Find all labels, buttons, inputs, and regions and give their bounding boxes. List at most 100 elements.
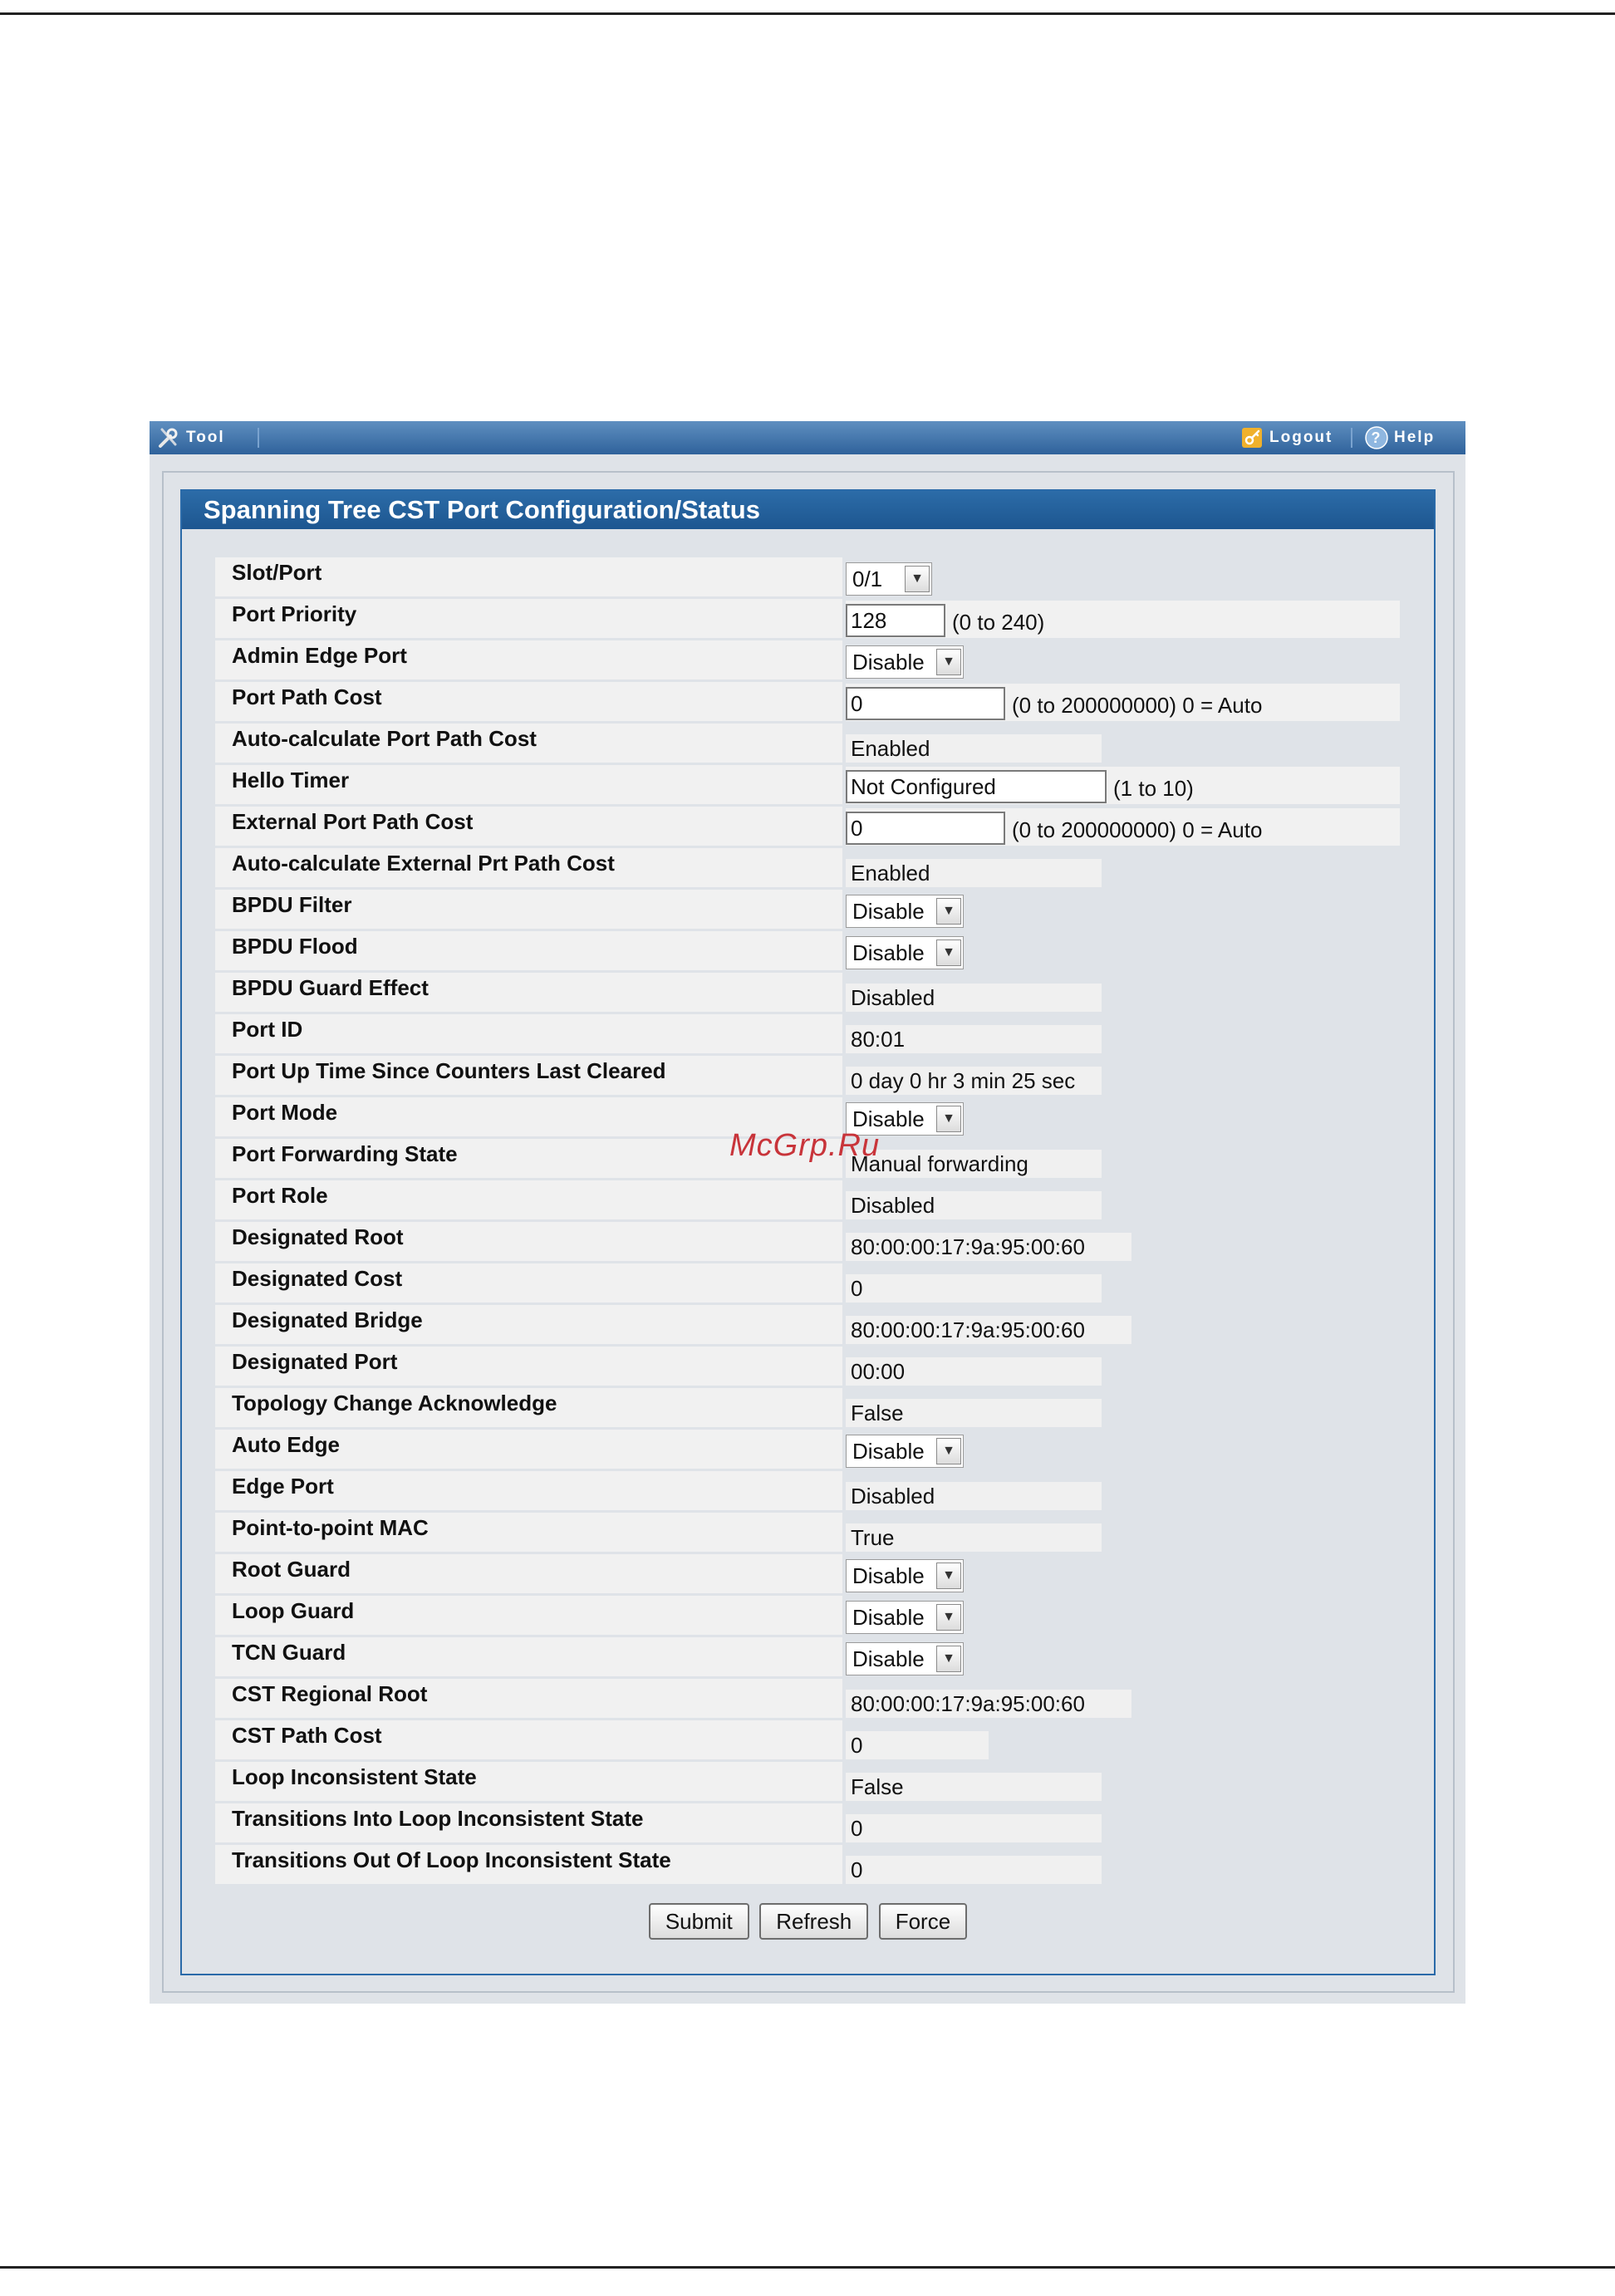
chevron-down-icon: ▼: [936, 1646, 961, 1672]
chevron-down-icon: ▼: [936, 1604, 961, 1631]
key-icon: [1239, 425, 1264, 450]
row-label: Port Priority: [215, 599, 842, 638]
bpdu-guard-effect-value: Disabled: [846, 984, 1102, 1012]
table-row: Auto-calculate Port Path Cost Enabled: [215, 724, 1400, 765]
auto-edge-select[interactable]: Disable ▼: [846, 1435, 964, 1468]
bpdu-filter-select[interactable]: Disable ▼: [846, 895, 964, 928]
wrench-icon: [156, 425, 181, 450]
table-row: Transitions Out Of Loop Inconsistent Sta…: [215, 1845, 1400, 1886]
port-priority-input[interactable]: 128: [846, 604, 945, 637]
table-row: Auto-calculate External Prt Path Cost En…: [215, 848, 1400, 890]
row-label: CST Path Cost: [215, 1720, 842, 1759]
bpdu-flood-select[interactable]: Disable ▼: [846, 936, 964, 969]
logout-button[interactable]: Logout: [1239, 421, 1333, 454]
port-path-cost-input[interactable]: 0: [846, 687, 1005, 720]
transitions-out-value: 0: [846, 1856, 1102, 1884]
row-label: Slot/Port: [215, 557, 842, 596]
table-row: Hello Timer Not Configured (1 to 10): [215, 765, 1400, 807]
submit-button[interactable]: Submit: [648, 1903, 749, 1940]
root-guard-select[interactable]: Disable ▼: [846, 1559, 964, 1592]
row-label: Hello Timer: [215, 765, 842, 804]
port-role-value: Disabled: [846, 1191, 1102, 1219]
help-label: Help: [1394, 429, 1436, 446]
row-label: External Port Path Cost: [215, 807, 842, 846]
port-up-time-value: 0 day 0 hr 3 min 25 sec: [846, 1067, 1102, 1095]
port-priority-hint: (0 to 240): [952, 610, 1045, 635]
table-row: Designated Cost 0: [215, 1263, 1400, 1305]
table-row: BPDU Filter Disable ▼: [215, 890, 1400, 931]
tool-menu[interactable]: Tool: [156, 421, 225, 454]
tcn-guard-select[interactable]: Disable ▼: [846, 1642, 964, 1675]
table-row: Slot/Port 0/1 ▼: [215, 557, 1400, 599]
app-window: Tool Logout ? Help Spanning Tree CST Por…: [150, 421, 1465, 2004]
help-button[interactable]: ? Help: [1364, 421, 1435, 454]
designated-port-value: 00:00: [846, 1357, 1102, 1386]
help-icon: ?: [1364, 425, 1389, 450]
row-label: Auto Edge: [215, 1430, 842, 1469]
row-label: Transitions Into Loop Inconsistent State: [215, 1803, 842, 1842]
table-row: Designated Root 80:00:00:17:9a:95:00:60: [215, 1222, 1400, 1263]
hello-timer-input[interactable]: Not Configured: [846, 770, 1107, 803]
tool-label: Tool: [186, 429, 225, 446]
chevron-down-icon: ▼: [936, 1106, 961, 1132]
row-label: CST Regional Root: [215, 1679, 842, 1718]
table-row: Auto Edge Disable ▼: [215, 1430, 1400, 1471]
row-label: Auto-calculate External Prt Path Cost: [215, 848, 842, 887]
row-label: Designated Bridge: [215, 1305, 842, 1344]
table-row: CST Path Cost 0: [215, 1720, 1400, 1762]
row-label: Admin Edge Port: [215, 640, 842, 679]
refresh-button[interactable]: Refresh: [759, 1903, 869, 1940]
designated-root-value: 80:00:00:17:9a:95:00:60: [846, 1233, 1131, 1261]
loop-guard-select[interactable]: Disable ▼: [846, 1601, 964, 1634]
table-row: Port Path Cost 0 (0 to 200000000) 0 = Au…: [215, 682, 1400, 724]
cst-regional-root-value: 80:00:00:17:9a:95:00:60: [846, 1690, 1131, 1718]
row-label: TCN Guard: [215, 1637, 842, 1676]
row-label: Transitions Out Of Loop Inconsistent Sta…: [215, 1845, 842, 1884]
row-label: Root Guard: [215, 1554, 842, 1593]
point-to-point-mac-value: True: [846, 1523, 1102, 1552]
port-forwarding-state-value: Manual forwarding: [846, 1150, 1102, 1178]
topology-change-ack-value: False: [846, 1399, 1102, 1427]
admin-edge-port-select[interactable]: Disable ▼: [846, 645, 964, 679]
table-row: Edge Port Disabled: [215, 1471, 1400, 1513]
port-path-cost-hint: (0 to 200000000) 0 = Auto: [1012, 693, 1263, 718]
row-label: Designated Root: [215, 1222, 842, 1261]
config-panel: Spanning Tree CST Port Configuration/Sta…: [180, 489, 1436, 1975]
row-label: Port Up Time Since Counters Last Cleared: [215, 1056, 842, 1095]
table-row: Designated Port 00:00: [215, 1347, 1400, 1388]
table-row: TCN Guard Disable ▼: [215, 1637, 1400, 1679]
toolbar-divider: [258, 428, 259, 448]
row-label: Designated Cost: [215, 1263, 842, 1303]
slot-port-select[interactable]: 0/1 ▼: [846, 562, 932, 596]
designated-cost-value: 0: [846, 1274, 1102, 1303]
toolbar-divider: [1351, 428, 1352, 448]
row-label: Auto-calculate Port Path Cost: [215, 724, 842, 763]
force-button[interactable]: Force: [878, 1903, 968, 1940]
row-label: Port Path Cost: [215, 682, 842, 721]
content-frame: Spanning Tree CST Port Configuration/Sta…: [162, 471, 1455, 1993]
bottom-rule: [0, 2266, 1615, 2269]
row-label: BPDU Filter: [215, 890, 842, 929]
toolbar: Tool Logout ? Help: [150, 421, 1465, 454]
row-label: BPDU Flood: [215, 931, 842, 970]
button-bar: Submit Refresh Force: [182, 1903, 1434, 1940]
chevron-down-icon: ▼: [936, 1438, 961, 1464]
row-label: Loop Inconsistent State: [215, 1762, 842, 1801]
table-row: Root Guard Disable ▼: [215, 1554, 1400, 1596]
table-row: Point-to-point MAC True: [215, 1513, 1400, 1554]
auto-port-path-cost-value: Enabled: [846, 734, 1102, 763]
external-port-path-cost-input[interactable]: 0: [846, 812, 1005, 845]
hello-timer-hint: (1 to 10): [1113, 776, 1194, 801]
logout-label: Logout: [1269, 429, 1333, 446]
svg-text:?: ?: [1372, 429, 1382, 446]
table-row: CST Regional Root 80:00:00:17:9a:95:00:6…: [215, 1679, 1400, 1720]
designated-bridge-value: 80:00:00:17:9a:95:00:60: [846, 1316, 1131, 1344]
row-label: BPDU Guard Effect: [215, 973, 842, 1012]
panel-title: Spanning Tree CST Port Configuration/Sta…: [182, 491, 1434, 529]
row-label: Designated Port: [215, 1347, 842, 1386]
auto-external-path-cost-value: Enabled: [846, 859, 1102, 887]
port-id-value: 80:01: [846, 1025, 1102, 1053]
table-row: Port Role Disabled: [215, 1180, 1400, 1222]
cst-path-cost-value: 0: [846, 1731, 989, 1759]
table-row: Port ID 80:01: [215, 1014, 1400, 1056]
